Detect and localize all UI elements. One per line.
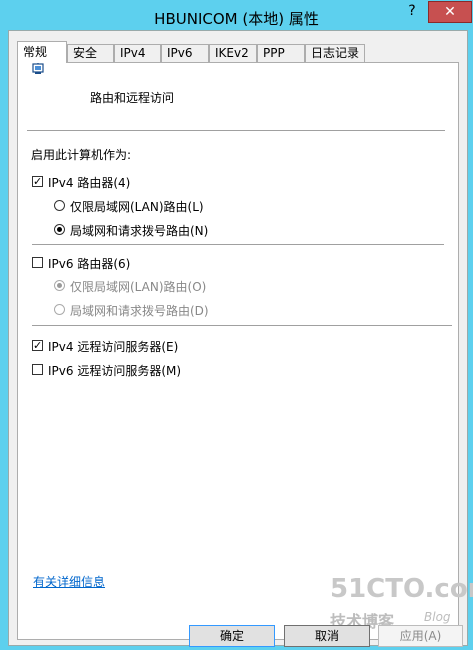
ipv4-lan-dial-label[interactable]: 局域网和请求拨号路由(N) (70, 222, 208, 239)
more-info-link[interactable]: 有关详细信息 (33, 573, 105, 590)
ipv4-ras-checkbox[interactable]: ✓ (32, 340, 43, 351)
ipv6-lan-dial-radio (54, 304, 65, 315)
ipv4-separator (32, 244, 444, 245)
ipv6-lan-only-radio (54, 280, 65, 291)
ipv6-ras-label[interactable]: IPv6 远程访问服务器(M) (48, 362, 181, 379)
ipv4-router-checkbox[interactable]: ✓ (32, 176, 43, 187)
ipv4-router-label[interactable]: IPv4 路由器(4) (48, 174, 130, 191)
tab-logging[interactable]: 日志记录 (305, 44, 365, 62)
watermark-blog: Blog (424, 610, 451, 624)
ipv6-router-checkbox[interactable] (32, 257, 43, 268)
ok-button[interactable]: 确定 (189, 625, 275, 647)
header-separator (27, 130, 445, 131)
close-button[interactable]: ✕ (428, 1, 472, 23)
ipv6-lan-only-label: 仅限局域网(LAN)路由(O) (70, 280, 207, 294)
ipv4-ras-label[interactable]: IPv4 远程访问服务器(E) (48, 338, 178, 355)
ipv6-lan-dial-label: 局域网和请求拨号路由(D) (70, 304, 209, 318)
cancel-button[interactable]: 取消 (284, 625, 370, 647)
tab-security[interactable]: 安全 (67, 44, 114, 62)
ipv6-ras-checkbox[interactable] (32, 364, 43, 375)
ipv4-lan-dial-radio[interactable] (54, 224, 65, 235)
ipv4-lan-only-radio[interactable] (54, 200, 65, 211)
apply-button[interactable]: 应用(A) (378, 625, 463, 647)
help-button[interactable]: ? (397, 1, 427, 23)
ipv4-lan-only-label[interactable]: 仅限局域网(LAN)路由(L) (70, 198, 204, 215)
tab-general[interactable]: 常规 (17, 41, 67, 63)
enable-as-label: 启用此计算机作为: (31, 148, 132, 162)
tab-ppp[interactable]: PPP (257, 44, 305, 62)
tab-ipv6[interactable]: IPv6 (161, 44, 209, 62)
routing-remote-access-heading: 路由和远程访问 (90, 91, 175, 105)
tab-ipv4[interactable]: IPv4 (114, 44, 161, 62)
ipv6-router-label[interactable]: IPv6 路由器(6) (48, 255, 130, 272)
watermark-logo: 51CTO.com (330, 574, 473, 604)
properties-dialog: HBUNICOM (本地) 属性 ? ✕ 常规 安全 IPv4 IPv6 IKE… (0, 0, 473, 650)
tab-ikev2[interactable]: IKEv2 (209, 44, 257, 62)
ipv6-separator (32, 325, 452, 326)
